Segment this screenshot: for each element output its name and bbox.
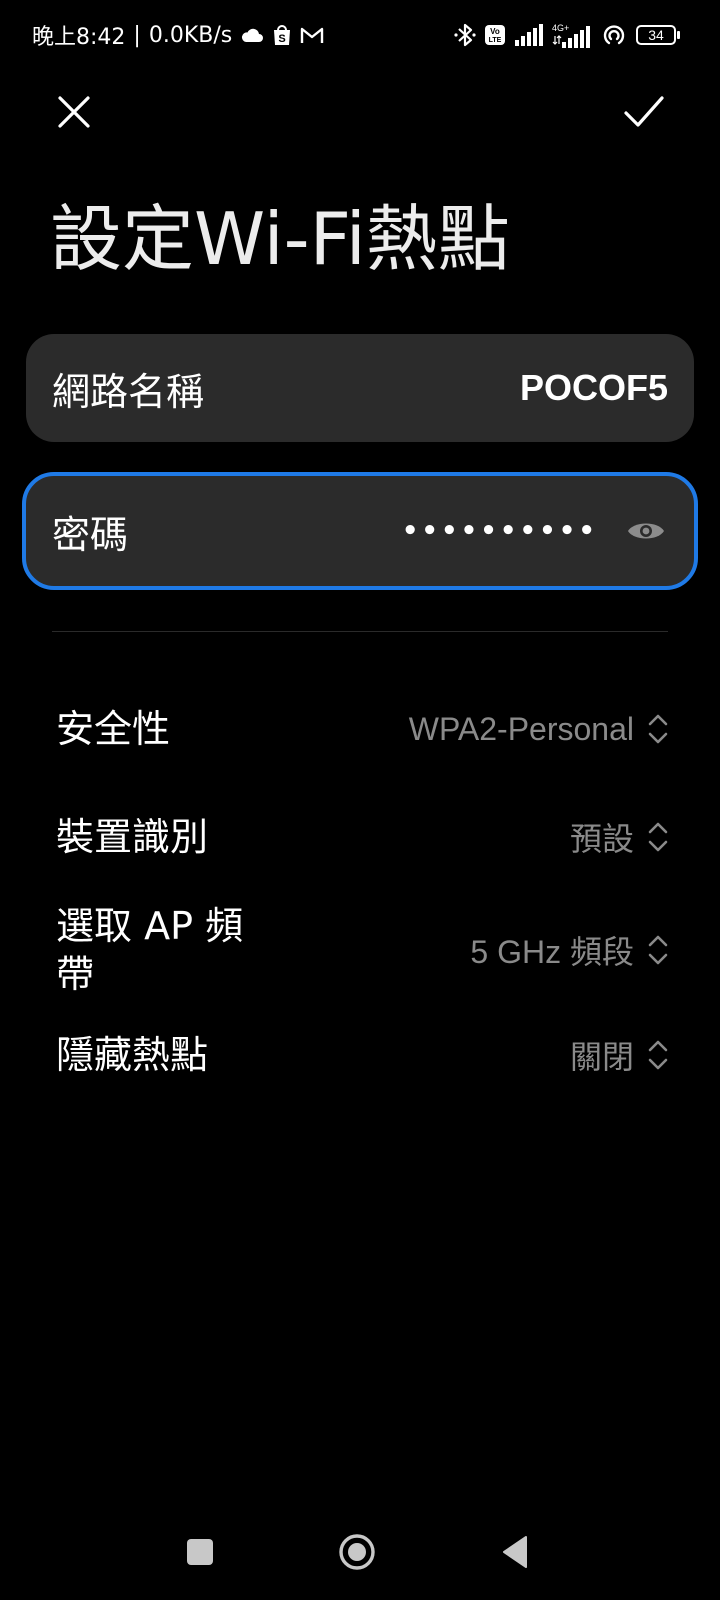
back-icon <box>503 1536 527 1568</box>
back-button[interactable] <box>485 1522 545 1582</box>
network-name-label: 網路名稱 <box>52 369 205 414</box>
svg-text:LTE: LTE <box>489 37 502 44</box>
network-type-label: 4G+ <box>552 23 569 33</box>
confirm-button[interactable] <box>620 88 668 136</box>
svg-text:S: S <box>279 33 286 45</box>
network-speed: 0.0KB/s <box>148 22 233 48</box>
svg-text:Vo: Vo <box>490 27 500 36</box>
battery-level: 34 <box>648 27 664 43</box>
ap-band-setting[interactable]: 選取 AP 頻帶 5 GHz 頻段 <box>56 895 670 1005</box>
status-separator: | <box>133 22 141 48</box>
bluetooth-icon <box>454 22 476 48</box>
shopee-icon: S <box>272 24 292 46</box>
cloud-icon <box>240 27 264 43</box>
home-icon <box>339 1534 375 1570</box>
eye-icon <box>628 523 664 539</box>
status-time: 晚上8:42 <box>32 25 126 50</box>
ap-band-label: 選取 AP 頻帶 <box>56 904 244 996</box>
page-title: 設定Wi-Fi熱點 <box>50 197 510 281</box>
network-name-field[interactable]: 網路名稱 POCOF5 <box>26 334 694 442</box>
4g-signal-icon: 4G+ <box>552 22 592 48</box>
close-icon <box>58 96 90 128</box>
close-button[interactable] <box>50 88 98 136</box>
hide-hotspot-value: 關閉 <box>569 1039 634 1075</box>
battery-icon: 34 <box>636 24 680 46</box>
show-password-button[interactable] <box>624 509 668 553</box>
volte-icon: Vo LTE <box>484 24 506 46</box>
home-button[interactable] <box>327 1522 387 1582</box>
hide-hotspot-setting[interactable]: 隱藏熱點 關閉 <box>56 1026 670 1084</box>
ap-band-value: 5 GHz 頻段 <box>470 934 634 970</box>
check-icon <box>624 96 664 127</box>
status-right: Vo LTE 4G+ 34 <box>454 20 680 50</box>
chevron-up-down-icon <box>646 711 670 747</box>
hotspot-icon <box>600 23 628 47</box>
password-label: 密碼 <box>52 512 129 557</box>
security-label: 安全性 <box>56 707 171 751</box>
hide-hotspot-label: 隱藏熱點 <box>56 1033 209 1077</box>
recents-icon <box>187 1539 213 1565</box>
status-bar: 晚上8:42 | 0.0KB/s S Vo LTE 4G+ 34 <box>0 0 720 70</box>
signal-icon <box>514 24 544 46</box>
network-name-value[interactable]: POCOF5 <box>520 367 668 409</box>
password-value[interactable]: •••••••••• <box>402 516 598 546</box>
password-field[interactable]: 密碼 •••••••••• <box>22 472 698 590</box>
status-left: 晚上8:42 | 0.0KB/s S <box>32 20 324 50</box>
section-divider <box>52 631 668 632</box>
device-identity-label: 裝置識別 <box>56 815 209 859</box>
chevron-up-down-icon <box>646 1037 670 1073</box>
navigation-bar <box>0 1510 720 1600</box>
security-value: WPA2-Personal <box>408 710 634 747</box>
recents-button[interactable] <box>170 1522 230 1582</box>
security-setting[interactable]: 安全性 WPA2-Personal <box>56 700 670 758</box>
chevron-up-down-icon <box>646 819 670 855</box>
device-identity-setting[interactable]: 裝置識別 預設 <box>56 808 670 866</box>
device-identity-value: 預設 <box>569 821 634 857</box>
chevron-up-down-icon <box>646 932 670 968</box>
gmail-icon <box>300 26 324 44</box>
